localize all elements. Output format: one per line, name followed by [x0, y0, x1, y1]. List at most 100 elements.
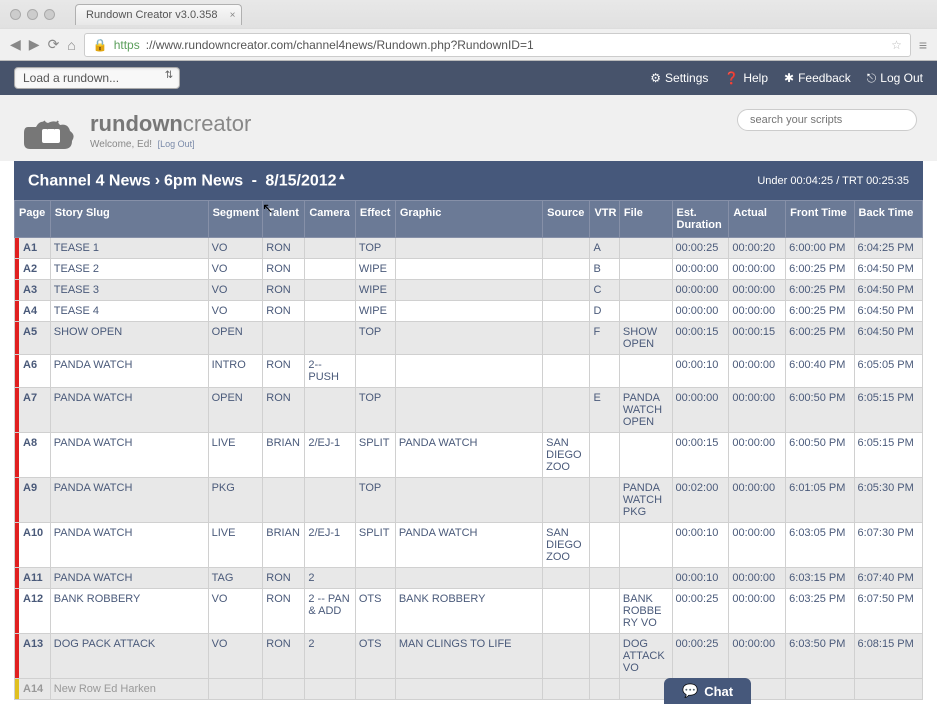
- cell-segment[interactable]: OPEN: [208, 322, 263, 355]
- cell-effect[interactable]: OTS: [355, 589, 395, 634]
- cell-back[interactable]: 6:05:05 PM: [854, 355, 922, 388]
- cell-back[interactable]: 6:07:40 PM: [854, 568, 922, 589]
- table-row[interactable]: A9PANDA WATCHPKGTOPPANDA WATCH PKG00:02:…: [15, 478, 923, 523]
- cell-talent[interactable]: [263, 478, 305, 523]
- column-header[interactable]: Graphic: [395, 201, 542, 238]
- browser-tab[interactable]: Rundown Creator v3.0.358 ×: [75, 4, 242, 25]
- cell-effect[interactable]: SPLIT: [355, 433, 395, 478]
- cell-segment[interactable]: VO: [208, 589, 263, 634]
- cell-segment[interactable]: VO: [208, 280, 263, 301]
- settings-link[interactable]: ⚙Settings: [650, 71, 708, 85]
- cell-back[interactable]: 6:05:30 PM: [854, 478, 922, 523]
- window-minimize[interactable]: [27, 9, 38, 20]
- table-row[interactable]: A7PANDA WATCHOPENRONTOPEPANDA WATCH OPEN…: [15, 388, 923, 433]
- cell-page[interactable]: A1: [15, 238, 51, 259]
- table-row[interactable]: A8PANDA WATCHLIVEBRIAN2/EJ-1SPLITPANDA W…: [15, 433, 923, 478]
- cell-vtr[interactable]: [590, 478, 619, 523]
- table-row[interactable]: A14New Row Ed Harken: [15, 679, 923, 700]
- cell-graphic[interactable]: BANK ROBBERY: [395, 589, 542, 634]
- cell-file[interactable]: [619, 280, 672, 301]
- cell-effect[interactable]: TOP: [355, 238, 395, 259]
- cell-file[interactable]: PANDA WATCH PKG: [619, 478, 672, 523]
- cell-actual[interactable]: 00:00:00: [729, 433, 786, 478]
- cell-slug[interactable]: SHOW OPEN: [50, 322, 208, 355]
- cell-front[interactable]: 6:00:25 PM: [786, 322, 854, 355]
- cell-front[interactable]: 6:00:00 PM: [786, 238, 854, 259]
- cell-back[interactable]: 6:04:25 PM: [854, 238, 922, 259]
- cell-camera[interactable]: [305, 259, 356, 280]
- cell-camera[interactable]: [305, 388, 356, 433]
- cell-segment[interactable]: LIVE: [208, 433, 263, 478]
- cell-vtr[interactable]: B: [590, 259, 619, 280]
- cell-source[interactable]: [543, 478, 590, 523]
- column-header[interactable]: Est. Duration: [672, 201, 729, 238]
- cell-slug[interactable]: PANDA WATCH: [50, 355, 208, 388]
- cell-graphic[interactable]: [395, 355, 542, 388]
- cell-front[interactable]: 6:00:50 PM: [786, 388, 854, 433]
- cell-actual[interactable]: 00:00:20: [729, 238, 786, 259]
- cell-segment[interactable]: VO: [208, 634, 263, 679]
- table-row[interactable]: A1TEASE 1VORONTOPA00:00:2500:00:206:00:0…: [15, 238, 923, 259]
- cell-front[interactable]: 6:03:05 PM: [786, 523, 854, 568]
- reload-icon[interactable]: ⟳: [48, 36, 60, 53]
- cell-file[interactable]: [619, 355, 672, 388]
- cell-source[interactable]: [543, 634, 590, 679]
- cell-effect[interactable]: TOP: [355, 322, 395, 355]
- cell-segment[interactable]: VO: [208, 259, 263, 280]
- cell-back[interactable]: 6:04:50 PM: [854, 280, 922, 301]
- cell-front[interactable]: 6:03:25 PM: [786, 589, 854, 634]
- cell-actual[interactable]: 00:00:00: [729, 280, 786, 301]
- cell-slug[interactable]: PANDA WATCH: [50, 568, 208, 589]
- cell-slug[interactable]: PANDA WATCH: [50, 523, 208, 568]
- cell-est[interactable]: 00:02:00: [672, 478, 729, 523]
- cell-est[interactable]: 00:00:15: [672, 322, 729, 355]
- cell-camera[interactable]: 2: [305, 568, 356, 589]
- cell-segment[interactable]: TAG: [208, 568, 263, 589]
- cell-slug[interactable]: BANK ROBBERY: [50, 589, 208, 634]
- cell-est[interactable]: 00:00:00: [672, 259, 729, 280]
- cell-slug[interactable]: PANDA WATCH: [50, 478, 208, 523]
- cell-front[interactable]: [786, 679, 854, 700]
- cell-effect[interactable]: [355, 679, 395, 700]
- cell-front[interactable]: 6:00:25 PM: [786, 259, 854, 280]
- cell-page[interactable]: A4: [15, 301, 51, 322]
- cell-front[interactable]: 6:00:25 PM: [786, 280, 854, 301]
- cell-camera[interactable]: 2--PUSH: [305, 355, 356, 388]
- column-header[interactable]: Effect: [355, 201, 395, 238]
- window-maximize[interactable]: [44, 9, 55, 20]
- cell-graphic[interactable]: [395, 259, 542, 280]
- cell-graphic[interactable]: [395, 301, 542, 322]
- cell-est[interactable]: 00:00:00: [672, 388, 729, 433]
- column-header[interactable]: Source: [543, 201, 590, 238]
- cell-file[interactable]: [619, 238, 672, 259]
- cell-camera[interactable]: [305, 280, 356, 301]
- cell-actual[interactable]: 00:00:00: [729, 568, 786, 589]
- cell-back[interactable]: 6:08:15 PM: [854, 634, 922, 679]
- cell-segment[interactable]: OPEN: [208, 388, 263, 433]
- cell-slug[interactable]: DOG PACK ATTACK: [50, 634, 208, 679]
- cell-source[interactable]: [543, 568, 590, 589]
- cell-graphic[interactable]: PANDA WATCH: [395, 523, 542, 568]
- cell-graphic[interactable]: [395, 568, 542, 589]
- column-header[interactable]: Front Time: [786, 201, 854, 238]
- cell-page[interactable]: A8: [15, 433, 51, 478]
- table-row[interactable]: A3TEASE 3VORONWIPEC00:00:0000:00:006:00:…: [15, 280, 923, 301]
- cell-talent[interactable]: RON: [263, 238, 305, 259]
- cell-vtr[interactable]: [590, 679, 619, 700]
- cell-effect[interactable]: TOP: [355, 478, 395, 523]
- cell-slug[interactable]: TEASE 3: [50, 280, 208, 301]
- cell-file[interactable]: PANDA WATCH OPEN: [619, 388, 672, 433]
- cell-source[interactable]: [543, 388, 590, 433]
- cell-camera[interactable]: 2 -- PAN & ADD: [305, 589, 356, 634]
- cell-page[interactable]: A12: [15, 589, 51, 634]
- cell-vtr[interactable]: [590, 589, 619, 634]
- cell-file[interactable]: [619, 568, 672, 589]
- cell-front[interactable]: 6:03:15 PM: [786, 568, 854, 589]
- cell-front[interactable]: 6:00:50 PM: [786, 433, 854, 478]
- column-header[interactable]: Segment: [208, 201, 263, 238]
- cell-actual[interactable]: 00:00:00: [729, 634, 786, 679]
- cell-slug[interactable]: TEASE 2: [50, 259, 208, 280]
- cell-effect[interactable]: WIPE: [355, 259, 395, 280]
- cell-talent[interactable]: RON: [263, 568, 305, 589]
- cell-slug[interactable]: TEASE 4: [50, 301, 208, 322]
